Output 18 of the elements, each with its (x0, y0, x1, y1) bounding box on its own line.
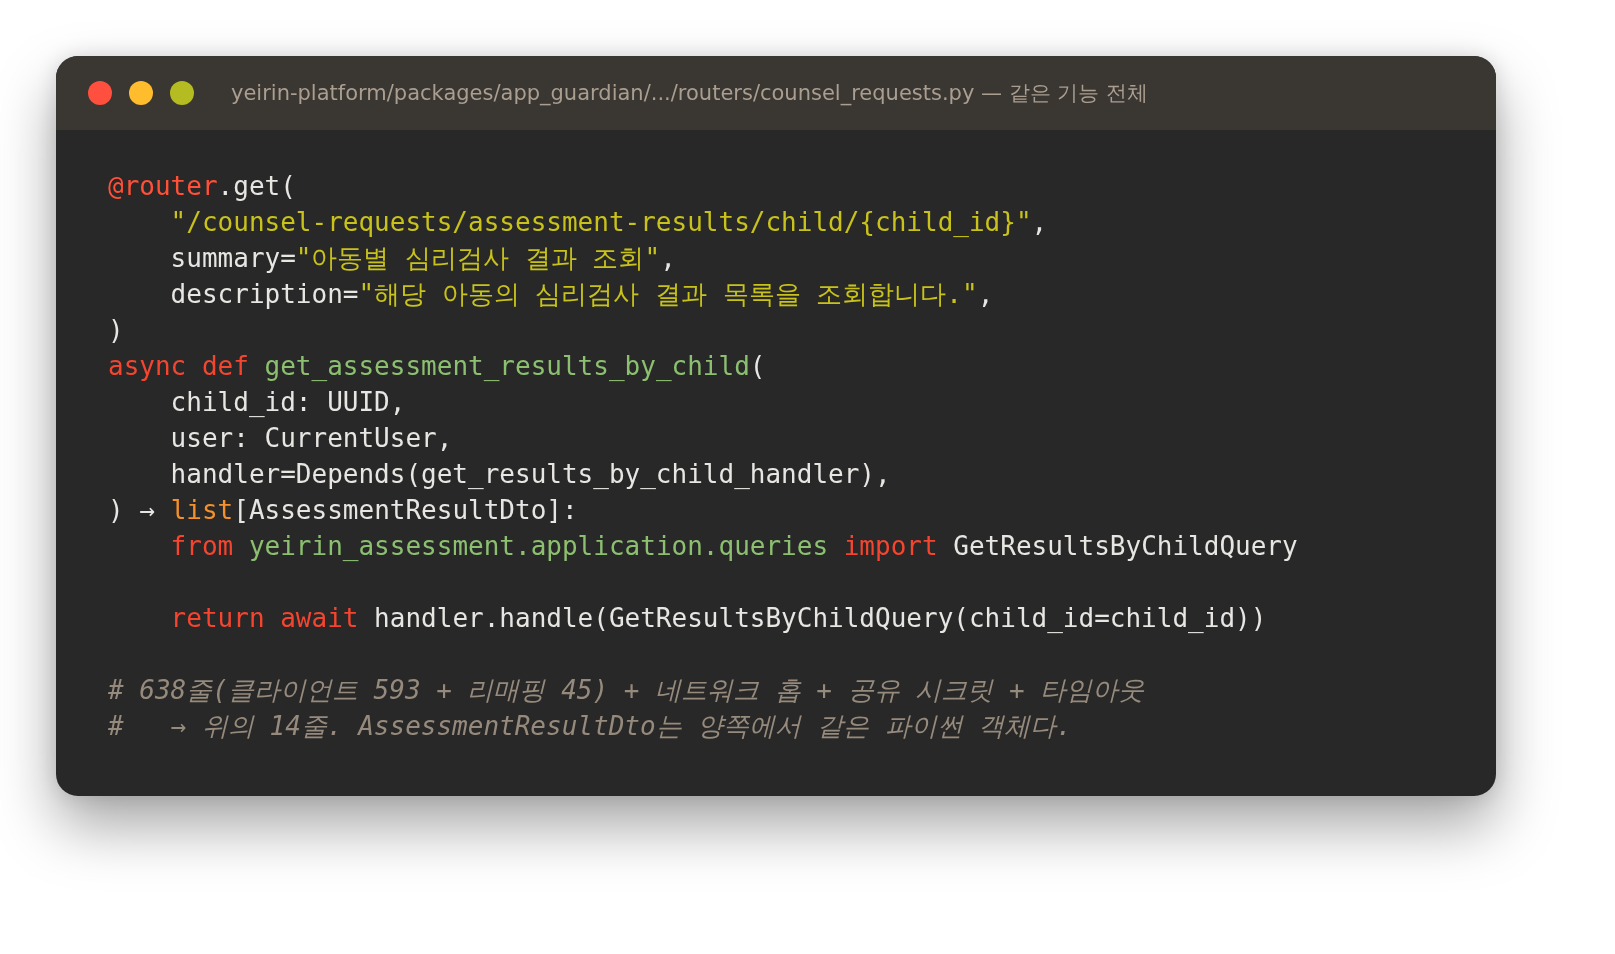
code-line: user: CurrentUser, (169, 422, 453, 455)
code-line: async def get_assessment_results_by_child( (108, 350, 766, 383)
code-line: ) → list[AssessmentResultDto]: (108, 494, 578, 527)
window-title: yeirin-platform/packages/app_guardian/.../routers/counsel_requests.py — 같은 기능 전체 (231, 80, 1149, 107)
zoom-window-button[interactable] (170, 81, 194, 105)
code-line: description="해당 아동의 심리검사 결과 목록을 조회합니다.", (169, 278, 994, 311)
minimize-window-button[interactable] (129, 81, 153, 105)
close-window-button[interactable] (88, 81, 112, 105)
code-comment: # → 위의 14줄. AssessmentResultDto는 양쪽에서 같은 파이썬 객체다. (108, 710, 1072, 743)
code-line: return await handler.handle(GetResultsByChildQuery(child_id=child_id)) (169, 602, 1267, 635)
code-comment: # 638줄(클라이언트 593 + 리매핑 45) + 네트워크 홉 + 공유 시크릿 + 타임아웃 (108, 674, 1145, 707)
code-line: summary="아동별 심리검사 결과 조회", (169, 242, 676, 275)
code-line: ) (108, 314, 124, 347)
code-line: @router.get( (108, 170, 296, 203)
code-line: handler=Depends(get_results_by_child_handler), (169, 458, 891, 491)
code-line: child_id: UUID, (169, 386, 406, 419)
code-line: from yeirin_assessment.application.queries import GetResultsByChildQuery (169, 530, 1298, 563)
code-line: "/counsel-requests/assessment-results/child/{child_id}", (169, 206, 1048, 239)
